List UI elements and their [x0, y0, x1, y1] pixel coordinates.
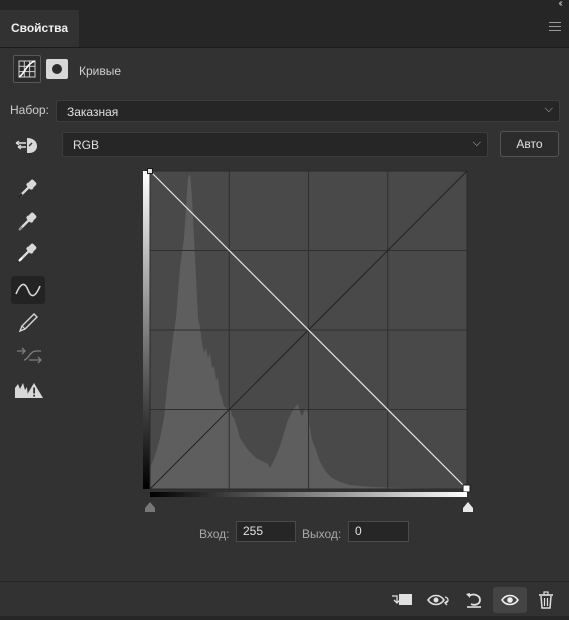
smooth-curve-icon[interactable] — [15, 343, 45, 369]
white-point-slider[interactable] — [463, 502, 473, 512]
on-image-adjust-icon[interactable] — [12, 133, 42, 159]
mask-icon[interactable] — [46, 59, 68, 79]
gray-point-eyedropper-icon[interactable] — [15, 207, 45, 233]
input-value-field[interactable]: 255 — [236, 521, 296, 542]
black-point-slider[interactable] — [145, 502, 155, 512]
chevron-down-icon: ⌵ — [472, 137, 481, 149]
panel-tab-bar: Свойства — [0, 10, 569, 48]
curve-point-start[interactable] — [147, 168, 153, 174]
white-point-eyedropper-icon[interactable] — [15, 238, 45, 264]
output-label: Выход: — [302, 527, 342, 541]
collapse-panel-icon[interactable]: ‹‹ — [558, 0, 562, 9]
panel-bottom-strip — [0, 616, 569, 620]
input-gradient-bar — [150, 492, 467, 497]
pencil-draw-icon[interactable] — [15, 310, 45, 336]
edit-curve-points-icon[interactable] — [11, 276, 45, 304]
preset-label: Набор: — [10, 103, 49, 117]
input-label: Вход: — [199, 527, 230, 541]
tab-properties[interactable]: Свойства — [0, 10, 79, 47]
curves-adjustment-icon[interactable] — [13, 55, 41, 83]
channel-dropdown[interactable]: RGB ⌵ — [62, 132, 488, 157]
black-point-eyedropper-icon[interactable] — [15, 174, 45, 200]
preset-value: Заказная — [67, 105, 119, 119]
panel-menu-icon[interactable] — [549, 22, 561, 31]
output-value-field[interactable]: 0 — [348, 521, 409, 542]
auto-button[interactable]: Авто — [500, 131, 559, 157]
curve-point-end[interactable] — [462, 484, 471, 493]
clipping-warning-icon[interactable] — [13, 378, 45, 404]
channel-value: RGB — [73, 138, 100, 152]
clip-to-layer-icon[interactable] — [390, 591, 412, 609]
bottom-toolbar — [0, 581, 569, 618]
output-gradient-bar — [143, 171, 150, 489]
reset-adjustments-icon[interactable] — [463, 591, 485, 609]
panel-top-strip: ‹‹ — [0, 0, 569, 10]
toggle-visibility-icon[interactable] — [493, 587, 527, 613]
panel-title: Кривые — [79, 64, 122, 78]
preset-dropdown[interactable]: Заказная ⌵ — [56, 100, 560, 122]
view-previous-state-icon[interactable] — [426, 591, 452, 609]
delete-icon[interactable] — [536, 591, 558, 609]
chevron-down-icon: ⌵ — [544, 103, 553, 115]
curves-graph[interactable] — [140, 168, 480, 514]
